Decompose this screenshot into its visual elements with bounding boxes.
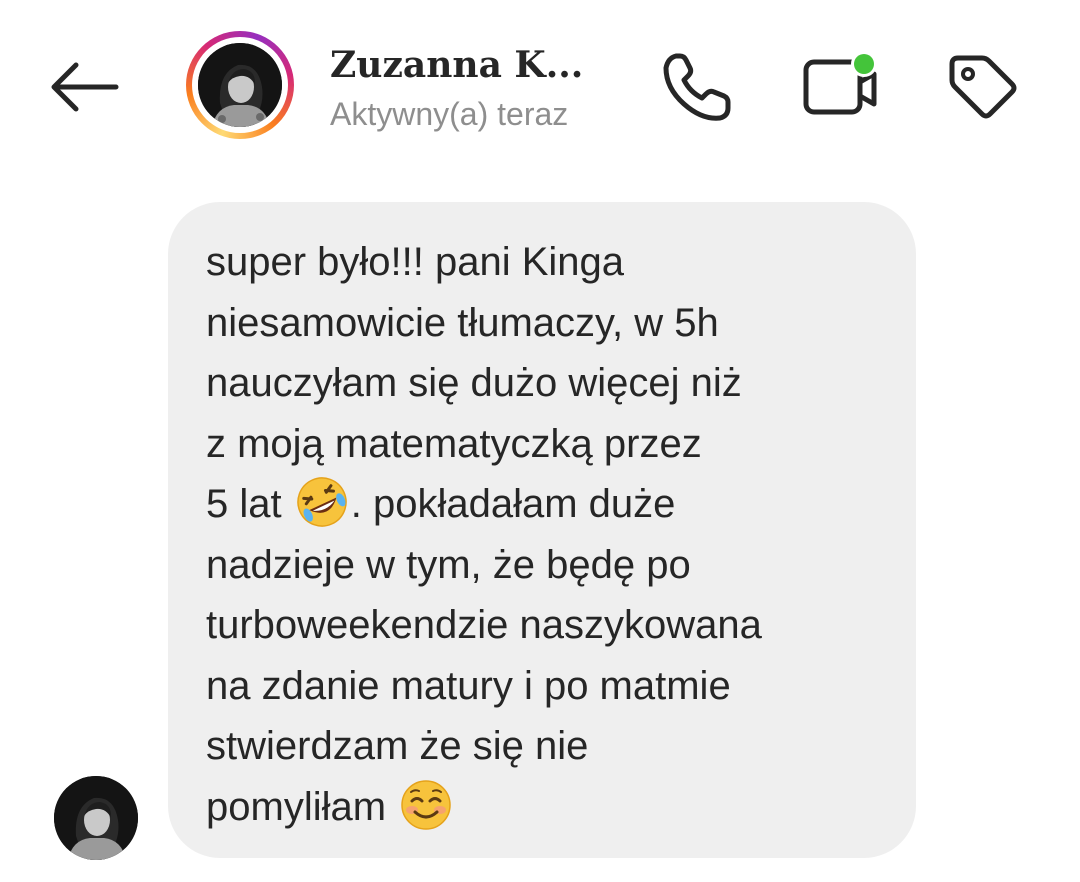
active-status: Aktywny(a) teraz	[330, 96, 569, 132]
message-text: super było!!! pani Kinga niesamowicie tł…	[206, 232, 906, 837]
message-line: z moją matematyczką przez	[206, 421, 702, 466]
back-button[interactable]	[46, 55, 124, 119]
back-arrow-icon	[51, 62, 119, 112]
avatar-photo	[198, 43, 282, 127]
message-line: nadzieje w tym, że będę po	[206, 542, 691, 587]
message-line: turboweekendzie naszykowana	[206, 603, 762, 647]
message-line: pomyliłam	[206, 777, 906, 838]
video-call-icon	[803, 51, 877, 115]
sender-avatar[interactable]	[54, 776, 138, 860]
video-call-button[interactable]	[800, 48, 884, 124]
contact-avatar[interactable]	[186, 31, 294, 139]
phone-icon	[663, 53, 731, 121]
message-line: stwierdzam że się nie	[206, 724, 589, 768]
online-indicator	[854, 54, 874, 74]
contact-name[interactable]: Zuzanna K...	[330, 44, 583, 86]
message-line: na zdanie matury i po matmie	[206, 663, 731, 708]
tag-button[interactable]	[944, 50, 1022, 122]
tag-icon	[949, 55, 1017, 119]
message-line: 5 lat . pokładałam duże	[206, 474, 906, 535]
smiling-face-emoji	[401, 779, 451, 830]
chat-header: Zuzanna K... Aktywny(a) teraz	[0, 0, 1080, 170]
audio-call-button[interactable]	[658, 48, 736, 126]
message-line: super było!!! pani Kinga	[206, 240, 625, 284]
message-line: niesamowicie tłumaczy, w 5h	[206, 300, 719, 345]
message-line: nauczyłam się dużo więcej niż	[206, 361, 742, 405]
message-bubble[interactable]: super było!!! pani Kinga niesamowicie tł…	[168, 202, 916, 858]
rolling-on-floor-laughing-emoji	[296, 477, 347, 527]
